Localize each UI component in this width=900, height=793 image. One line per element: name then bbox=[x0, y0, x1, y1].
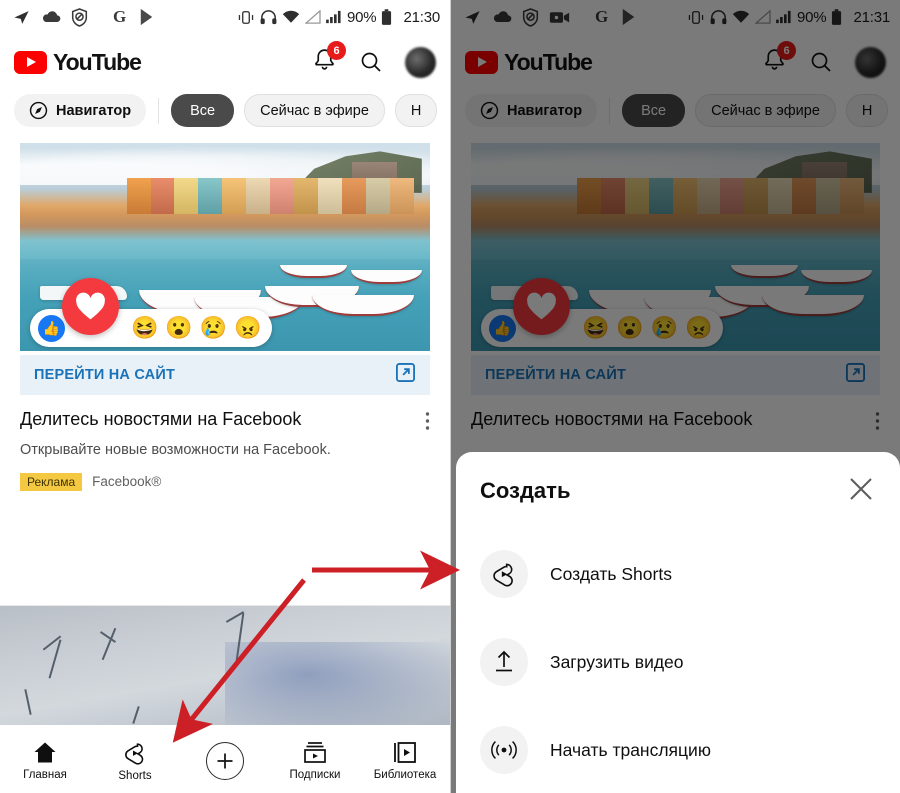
chip-live-label: Сейчас в эфире bbox=[260, 102, 369, 119]
sheet-item-create-shorts[interactable]: Создать Shorts bbox=[480, 530, 876, 618]
snow-video-thumbnail[interactable] bbox=[0, 605, 450, 725]
nav-library[interactable]: Библиотека bbox=[362, 741, 448, 781]
ad-image[interactable]: 👍 😆 😮 😢 😠 bbox=[20, 143, 430, 351]
shorts-icon bbox=[123, 741, 147, 765]
wifi-icon bbox=[282, 10, 300, 24]
left-phone-screen: G 90% 21:30 YouTube 6 Навигатор Все Сейч… bbox=[0, 0, 450, 793]
nav-create-plus[interactable] bbox=[182, 742, 268, 780]
sheet-title: Создать bbox=[480, 478, 571, 503]
wow-emoji: 😮 bbox=[165, 315, 193, 340]
chip-partial-label: Н bbox=[410, 102, 422, 119]
ad-photo-houses bbox=[126, 178, 414, 214]
ad-title-row: Делитесь новостями на Facebook bbox=[20, 409, 430, 433]
ad-description: Открывайте новые возможности на Facebook… bbox=[20, 442, 331, 459]
ad-brand: Facebook® bbox=[92, 474, 162, 490]
cloud-icon bbox=[41, 10, 61, 24]
youtube-play-icon bbox=[14, 50, 47, 74]
chip-live[interactable]: Сейчас в эфире bbox=[244, 94, 385, 127]
battery-percent: 90% bbox=[347, 8, 377, 26]
nav-subscriptions-label: Подписки bbox=[289, 769, 341, 781]
sheet-item-go-live[interactable]: Начать трансляцию bbox=[480, 706, 876, 793]
avatar[interactable] bbox=[405, 46, 436, 78]
nav-library-label: Библиотека bbox=[373, 769, 437, 781]
chip-all-label: Все bbox=[190, 102, 216, 119]
youtube-logo[interactable]: YouTube bbox=[14, 48, 142, 76]
google-icon: G bbox=[113, 7, 127, 26]
ad-title: Делитесь новостями на Facebook bbox=[20, 409, 302, 429]
laugh-emoji: 😆 bbox=[131, 315, 159, 340]
heart-icon bbox=[62, 278, 119, 335]
sheet-item-create-shorts-label: Создать Shorts bbox=[550, 563, 672, 584]
external-link-icon bbox=[395, 362, 416, 388]
youtube-wordmark: YouTube bbox=[53, 48, 142, 75]
play-store-icon bbox=[138, 8, 155, 26]
compass-icon bbox=[29, 101, 48, 120]
signal-bars-icon bbox=[326, 10, 342, 24]
chip-partial[interactable]: Н bbox=[394, 94, 438, 127]
vibrate-icon bbox=[237, 10, 255, 25]
nav-home[interactable]: Главная bbox=[2, 741, 88, 781]
subscriptions-icon bbox=[303, 741, 327, 764]
youtube-header-left: YouTube 6 bbox=[0, 34, 450, 90]
library-icon bbox=[393, 741, 417, 764]
sheet-item-go-live-label: Начать трансляцию bbox=[550, 739, 711, 760]
status-bar-left: G 90% 21:30 bbox=[0, 0, 450, 34]
ad-badge: Реклама bbox=[20, 472, 83, 491]
shorts-icon bbox=[480, 550, 528, 598]
sad-emoji: 😢 bbox=[199, 315, 228, 340]
chip-row-left: Навигатор Все Сейчас в эфире Н bbox=[0, 90, 450, 137]
battery-icon bbox=[381, 8, 392, 26]
ad-visit-site-button[interactable]: ПЕРЕЙТИ НА САЙТ bbox=[20, 355, 430, 395]
upload-icon bbox=[480, 638, 528, 686]
sheet-item-upload-video[interactable]: Загрузить видео bbox=[480, 618, 876, 706]
search-icon[interactable] bbox=[359, 50, 383, 74]
nav-shorts[interactable]: Shorts bbox=[92, 741, 178, 782]
chip-navigator[interactable]: Навигатор bbox=[14, 94, 147, 127]
signal-empty-icon bbox=[305, 10, 321, 24]
screenshot-root: G 90% 21:30 YouTube 6 Навигатор Все Сейч… bbox=[0, 0, 900, 793]
ad-visit-site-label: ПЕРЕЙТИ НА САЙТ bbox=[34, 367, 175, 383]
close-icon[interactable] bbox=[846, 474, 876, 509]
telegram-icon bbox=[12, 9, 31, 26]
notifications-button[interactable]: 6 bbox=[312, 41, 346, 77]
angry-emoji: 😠 bbox=[234, 315, 262, 340]
thumbs-up-icon: 👍 bbox=[38, 314, 65, 342]
right-phone-screen: G 90 bbox=[450, 0, 900, 793]
create-bottom-sheet: Создать Создать Shorts Загрузить видео Н… bbox=[456, 452, 900, 793]
more-vertical-icon[interactable] bbox=[425, 409, 430, 433]
chip-all[interactable]: Все bbox=[171, 94, 235, 127]
plus-circle-icon bbox=[206, 742, 244, 780]
headphones-icon bbox=[260, 9, 277, 25]
chip-divider bbox=[158, 97, 160, 124]
notification-badge: 6 bbox=[327, 41, 346, 60]
home-icon bbox=[33, 741, 57, 764]
clock-left: 21:30 bbox=[403, 8, 440, 26]
sheet-header: Создать bbox=[480, 452, 876, 530]
sheet-item-upload-video-label: Загрузить видео bbox=[550, 651, 684, 672]
nav-home-label: Главная bbox=[23, 769, 67, 781]
nav-shorts-label: Shorts bbox=[118, 769, 152, 782]
nav-subscriptions[interactable]: Подписки bbox=[272, 741, 358, 781]
chip-navigator-label: Навигатор bbox=[56, 102, 132, 119]
bottom-nav-left: Главная Shorts Подписки Библиотека bbox=[0, 725, 450, 793]
ad-meta-row: Реклама Facebook® bbox=[20, 472, 430, 491]
broadcast-icon bbox=[480, 726, 528, 774]
shield-block-icon bbox=[71, 7, 88, 27]
